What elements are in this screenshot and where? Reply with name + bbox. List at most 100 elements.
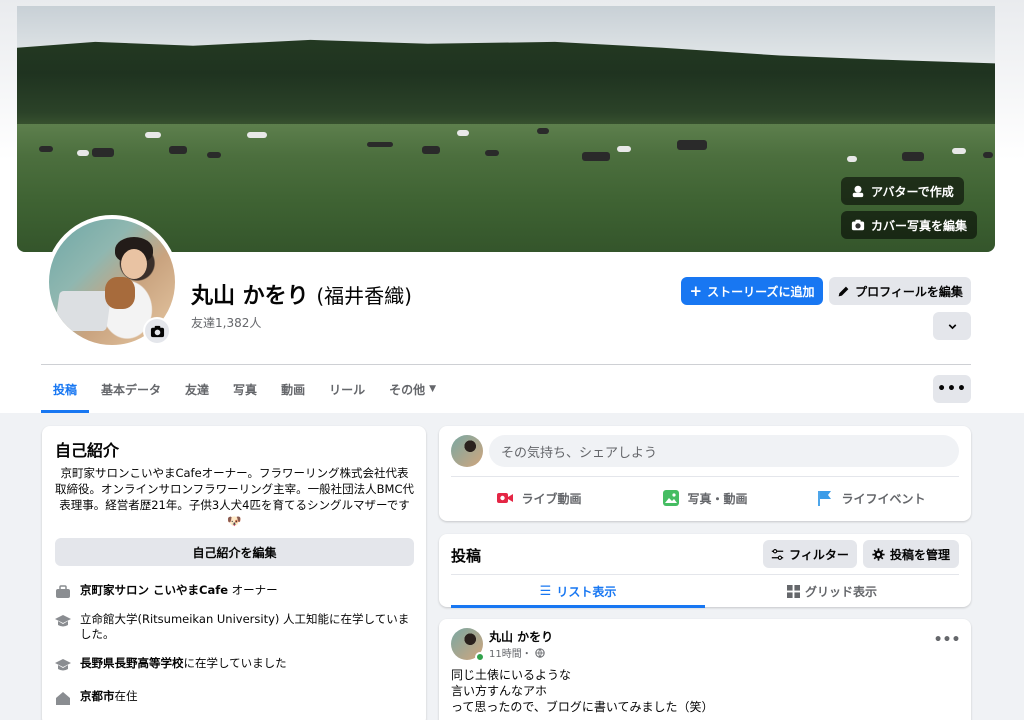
tab-friends[interactable]: 友達 bbox=[173, 365, 221, 413]
cow bbox=[952, 148, 966, 154]
cow bbox=[457, 130, 469, 136]
tab-posts[interactable]: 投稿 bbox=[41, 365, 90, 413]
intro-highschool-place[interactable]: 長野県長野高等学校 bbox=[80, 656, 184, 670]
grid-view-tab[interactable]: グリッド表示 bbox=[705, 574, 959, 608]
intro-city: 京都市在住 bbox=[55, 689, 414, 706]
more-options-button[interactable]: ••• bbox=[933, 375, 971, 403]
post-time[interactable]: 11時間・ bbox=[489, 645, 532, 660]
cover-photo[interactable]: アバターで作成 カバー写真を編集 bbox=[17, 6, 995, 252]
edit-intro-button[interactable]: 自己紹介を編集 bbox=[55, 538, 414, 566]
online-status-dot bbox=[475, 652, 485, 662]
cow bbox=[422, 146, 440, 154]
cow bbox=[677, 140, 707, 150]
cow bbox=[902, 152, 924, 161]
cow bbox=[582, 152, 610, 161]
profile-name-text: 丸山 かをり bbox=[191, 284, 309, 309]
live-video-label: ライブ動画 bbox=[521, 491, 582, 506]
intro-highschool-suffix: に在学していました bbox=[183, 656, 287, 670]
edit-profile-button[interactable]: プロフィールを編集 bbox=[829, 277, 971, 305]
status-input[interactable]: その気持ち、シェアしよう bbox=[489, 435, 959, 467]
briefcase-icon bbox=[56, 585, 70, 598]
intro-university: 立命館大学(Ritsumeikan University) 人工知能に在学してい… bbox=[55, 612, 414, 642]
ellipsis-icon: ••• bbox=[933, 632, 961, 648]
cow bbox=[39, 146, 53, 152]
tab-photos[interactable]: 写真 bbox=[221, 365, 269, 413]
composer-card: その気持ち、シェアしよう ライブ動画 写真・動画 ライフイベント bbox=[439, 426, 971, 521]
avatar-icon bbox=[852, 185, 864, 198]
ellipsis-icon: ••• bbox=[937, 381, 967, 397]
avatar-face bbox=[121, 249, 147, 279]
live-video-icon bbox=[497, 493, 514, 503]
post-options-button[interactable]: ••• bbox=[933, 630, 961, 650]
intro-work-suffix: オーナー bbox=[228, 583, 278, 597]
intro-university-text: 立命館大学(Ritsumeikan University) 人工知能に在学してい… bbox=[80, 612, 410, 641]
cow bbox=[92, 148, 114, 157]
cow bbox=[847, 156, 857, 162]
list-view-tab[interactable]: ☰ リスト表示 bbox=[451, 574, 705, 608]
plus-icon: + bbox=[689, 282, 703, 300]
camera-icon bbox=[150, 325, 164, 337]
tab-label: 友達 bbox=[185, 382, 210, 397]
posts-title: 投稿 bbox=[451, 547, 482, 565]
live-video-button[interactable]: ライブ動画 bbox=[459, 481, 619, 515]
cow bbox=[169, 146, 187, 154]
update-avatar-button[interactable] bbox=[143, 317, 171, 345]
edit-cover-button[interactable]: カバー写真を編集 bbox=[841, 211, 978, 239]
graduation-cap-icon bbox=[55, 659, 71, 671]
pencil-icon bbox=[838, 286, 849, 296]
tab-videos[interactable]: 動画 bbox=[269, 365, 317, 413]
tab-label: リール bbox=[329, 382, 366, 397]
photo-icon bbox=[663, 490, 680, 506]
post-meta: 11時間・ bbox=[489, 645, 545, 660]
chevron-down-icon bbox=[948, 323, 956, 329]
photo-video-button[interactable]: 写真・動画 bbox=[625, 481, 785, 515]
edit-cover-label: カバー写真を編集 bbox=[871, 218, 968, 233]
tab-label: 投稿 bbox=[53, 382, 78, 397]
cow bbox=[485, 150, 499, 156]
life-event-button[interactable]: ライフイベント bbox=[791, 481, 951, 515]
profile-expand-button[interactable] bbox=[933, 312, 971, 340]
grid-icon bbox=[786, 584, 800, 598]
cow bbox=[145, 132, 161, 138]
graduation-cap-icon bbox=[55, 615, 71, 627]
add-story-button[interactable]: + ストーリーズに追加 bbox=[681, 277, 823, 305]
tab-label: 動画 bbox=[281, 382, 306, 397]
manage-posts-button[interactable]: 投稿を管理 bbox=[863, 540, 959, 568]
filter-label: フィルター bbox=[789, 547, 849, 562]
caret-down-icon: ▼ bbox=[429, 384, 437, 394]
home-icon bbox=[56, 692, 70, 705]
intro-city-text: 京都市在住 bbox=[80, 689, 138, 706]
edit-profile-label: プロフィールを編集 bbox=[855, 284, 963, 299]
tab-label: 写真 bbox=[233, 382, 258, 397]
tab-reels[interactable]: リール bbox=[317, 365, 377, 413]
cow bbox=[617, 146, 631, 152]
post-author[interactable]: 丸山 かをり bbox=[489, 628, 553, 645]
tab-about[interactable]: 基本データ bbox=[89, 365, 173, 413]
tab-more[interactable]: その他 ▼ bbox=[377, 365, 448, 413]
intro-city-place[interactable]: 京都市 bbox=[80, 689, 115, 703]
profile-tabs: 投稿 基本データ 友達 写真 動画 リール その他 ▼ bbox=[41, 365, 448, 413]
life-event-label: ライフイベント bbox=[841, 491, 926, 506]
camera-icon bbox=[851, 219, 865, 231]
friend-count[interactable]: 友達1,382人 bbox=[191, 314, 261, 331]
post-line: って思ったので、ブログに書いてみました（笑） bbox=[451, 700, 714, 714]
intro-work-place[interactable]: 京町家サロン こいやまCafe bbox=[80, 583, 228, 597]
cow bbox=[537, 128, 549, 134]
list-icon: ☰ bbox=[539, 583, 552, 599]
composer-divider bbox=[451, 476, 959, 477]
create-avatar-button[interactable]: アバターで作成 bbox=[841, 177, 964, 205]
avatar[interactable] bbox=[451, 435, 483, 467]
intro-highschool: 長野県長野高等学校に在学していました bbox=[55, 656, 414, 673]
cow bbox=[367, 142, 393, 147]
profile-name: 丸山 かをり (福井香織) bbox=[191, 278, 412, 310]
filter-icon bbox=[771, 548, 784, 560]
gear-icon bbox=[872, 547, 885, 561]
intro-city-suffix: 在住 bbox=[114, 689, 138, 703]
list-view-label: リスト表示 bbox=[556, 584, 617, 599]
filter-button[interactable]: フィルター bbox=[763, 540, 857, 568]
post-line: 同じ土俵にいるような bbox=[451, 668, 572, 682]
flag-icon bbox=[818, 491, 832, 506]
create-avatar-label: アバターで作成 bbox=[871, 184, 954, 199]
cow bbox=[77, 150, 89, 156]
edit-intro-label: 自己紹介を編集 bbox=[192, 545, 277, 560]
